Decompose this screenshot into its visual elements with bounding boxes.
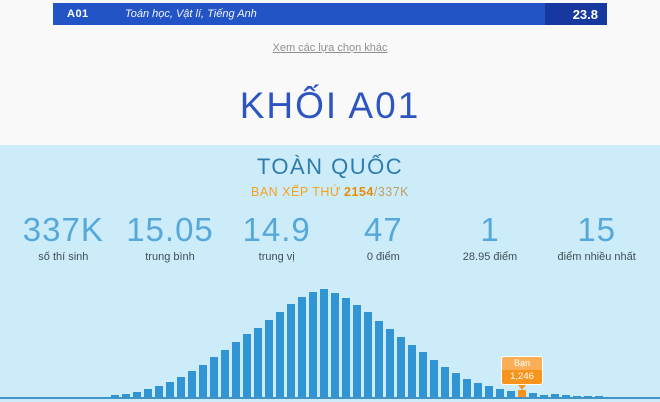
stat-value: 15.05 <box>117 212 224 248</box>
histogram-bar[interactable] <box>320 289 328 397</box>
histogram-bar[interactable] <box>364 312 372 397</box>
section-title: TOÀN QUỐC <box>0 145 660 180</box>
rank-line: BẠN XẾP THỨ2154/337K <box>0 185 660 199</box>
histogram-bar[interactable] <box>155 386 163 397</box>
histogram-bar[interactable] <box>353 305 361 397</box>
you-tooltip: Bạn 1,246 <box>501 356 543 390</box>
histogram-bar[interactable] <box>441 367 449 397</box>
histogram-bar[interactable] <box>474 383 482 397</box>
histogram-bar[interactable] <box>452 373 460 397</box>
stat-value: 15 <box>543 212 650 248</box>
histogram-bar[interactable] <box>529 393 537 397</box>
histogram-bar[interactable] <box>144 389 152 397</box>
tooltip-arrow-icon <box>518 385 526 390</box>
histogram-bar[interactable] <box>573 396 581 397</box>
stat-value: 337K <box>10 212 117 248</box>
histogram-bar[interactable] <box>221 350 229 397</box>
histogram-bar[interactable] <box>430 360 438 397</box>
histogram-bar[interactable] <box>496 389 504 397</box>
histogram-bar[interactable] <box>276 312 284 397</box>
histogram-bar[interactable] <box>265 320 273 397</box>
stat-value: 1 <box>437 212 544 248</box>
tooltip-label: Bạn <box>502 357 542 370</box>
histogram-bar[interactable] <box>298 297 306 397</box>
other-options-link[interactable]: Xem các lựa chọn khác <box>273 42 388 54</box>
histogram-bar[interactable] <box>375 321 383 397</box>
histogram-bar[interactable] <box>463 379 471 397</box>
block-score: 23.8 <box>545 3 607 25</box>
tooltip-value: 1,246 <box>502 370 542 384</box>
block-selector-bar[interactable]: A01 Toán học, Vật lí, Tiếng Anh 23.8 <box>53 3 607 25</box>
stat-label: 0 điểm <box>330 251 437 263</box>
chart-axis-line <box>0 397 660 399</box>
block-subjects: Toán học, Vật lí, Tiếng Anh <box>125 8 545 20</box>
histogram-bar[interactable] <box>122 394 130 397</box>
stat-label: 28.95 điểm <box>437 251 544 263</box>
histogram-bar[interactable] <box>210 357 218 397</box>
stat-label: trung bình <box>117 251 224 263</box>
stat-zero-score: 47 0 điểm <box>330 212 437 263</box>
histogram-bar[interactable] <box>287 304 295 397</box>
rank-prefix: BẠN XẾP THỨ <box>251 185 341 199</box>
histogram-bar[interactable] <box>111 395 119 397</box>
tooltip-box: Bạn 1,246 <box>501 356 543 385</box>
stat-label: điểm nhiều nhất <box>543 251 650 263</box>
histogram-bar[interactable] <box>540 395 548 397</box>
histogram-bar[interactable] <box>309 292 317 397</box>
stat-top-score: 1 28.95 điểm <box>437 212 544 263</box>
histogram-bar[interactable] <box>485 386 493 397</box>
histogram-bar[interactable] <box>177 377 185 397</box>
histogram-bar[interactable] <box>199 365 207 397</box>
histogram-bar[interactable] <box>397 337 405 397</box>
histogram-bar[interactable] <box>331 293 339 397</box>
rank-value: 2154 <box>344 185 374 199</box>
histogram-bar[interactable] <box>386 329 394 397</box>
histogram-bar[interactable] <box>254 328 262 397</box>
stat-mean: 15.05 trung bình <box>117 212 224 263</box>
stat-mode: 15 điểm nhiều nhất <box>543 212 650 263</box>
stat-label: số thí sinh <box>10 251 117 263</box>
page: A01 Toán học, Vật lí, Tiếng Anh 23.8 Xem… <box>0 0 660 402</box>
histogram-bar[interactable] <box>595 396 603 397</box>
histogram-bar[interactable] <box>342 298 350 397</box>
stat-label: trung vị <box>223 251 330 263</box>
histogram-bar[interactable] <box>232 342 240 397</box>
rank-total: /337K <box>374 185 409 199</box>
page-title: KHỐI A01 <box>0 85 660 127</box>
stat-candidates: 337K số thí sinh <box>10 212 117 263</box>
histogram-bar-you[interactable] <box>518 390 526 397</box>
stat-value: 47 <box>330 212 437 248</box>
link-row: Xem các lựa chọn khác <box>0 38 660 56</box>
histogram-bar[interactable] <box>507 391 515 397</box>
histogram-bar[interactable] <box>562 395 570 397</box>
histogram-bar[interactable] <box>551 394 559 397</box>
histogram-bar[interactable] <box>419 352 427 397</box>
stat-median: 14.9 trung vị <box>223 212 330 263</box>
histogram-bar[interactable] <box>133 392 141 397</box>
national-section: TOÀN QUỐC BẠN XẾP THỨ2154/337K 337K số t… <box>0 145 660 402</box>
histogram-bar[interactable] <box>408 345 416 397</box>
histogram-bar[interactable] <box>584 396 592 397</box>
histogram-bar[interactable] <box>166 382 174 397</box>
histogram-bar[interactable] <box>188 371 196 397</box>
stat-value: 14.9 <box>223 212 330 248</box>
histogram-bar[interactable] <box>243 334 251 397</box>
stats-row: 337K số thí sinh 15.05 trung bình 14.9 t… <box>0 212 660 263</box>
block-code: A01 <box>53 8 125 20</box>
